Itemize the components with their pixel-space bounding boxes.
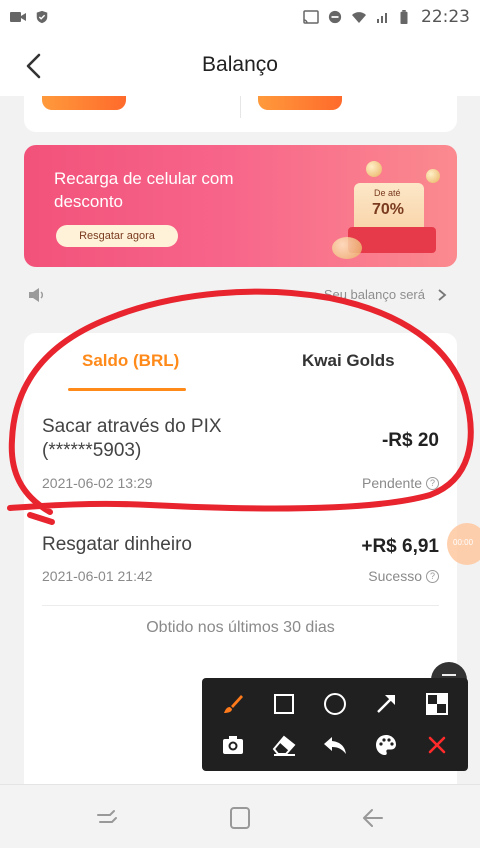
recent-apps-icon[interactable]: [94, 805, 120, 831]
help-icon[interactable]: ?: [426, 476, 439, 490]
transaction-status: Sucesso ?: [368, 568, 439, 584]
clock: 22:23: [421, 7, 470, 27]
redeem-now-button[interactable]: Resgatar agora: [56, 225, 178, 247]
withdraw-pill-partial[interactable]: [42, 96, 126, 110]
tab-saldo-brl[interactable]: Saldo (BRL): [82, 351, 179, 371]
transaction-date: 2021-06-01 21:42: [42, 568, 153, 584]
undo-icon[interactable]: [318, 728, 352, 762]
back-arrow-icon[interactable]: [22, 52, 46, 80]
promo-title: Recarga de celular com desconto: [54, 169, 234, 211]
arrow-icon[interactable]: [369, 687, 403, 721]
gift-box-illustration: De até 70%: [332, 161, 442, 259]
mosaic-icon[interactable]: [420, 687, 454, 721]
eraser-icon[interactable]: [267, 728, 301, 762]
shield-check-icon: [36, 10, 48, 24]
discount-prefix: De até: [374, 188, 401, 198]
drawing-toolbar: [202, 678, 468, 771]
brush-icon[interactable]: [216, 687, 250, 721]
transaction-amount: -R$ 20: [381, 430, 439, 451]
transaction-title: Resgatar dinheiro: [42, 534, 192, 555]
divider: [240, 96, 241, 118]
tab-kwai-golds[interactable]: Kwai Golds: [302, 351, 395, 371]
top-card-partial: [24, 96, 457, 132]
transaction-status: Pendente ?: [362, 475, 439, 491]
cast-icon: [303, 10, 319, 24]
transaction-amount: +R$ 6,91: [361, 536, 439, 557]
palette-icon[interactable]: [369, 728, 403, 762]
transaction-date: 2021-06-02 13:29: [42, 475, 153, 491]
active-tab-indicator: [68, 388, 186, 391]
home-icon[interactable]: [227, 805, 253, 831]
video-camera-icon: [10, 12, 26, 22]
period-note: Obtido nos últimos 30 dias: [146, 619, 335, 636]
divider: [42, 605, 439, 606]
system-nav-bar: [0, 784, 480, 848]
circle-icon[interactable]: [318, 687, 352, 721]
promo-banner[interactable]: Recarga de celular com desconto Resgatar…: [24, 145, 457, 267]
notice-text: Seu balanço será: [323, 287, 425, 302]
page-title: Balanço: [202, 53, 278, 76]
notice-row[interactable]: Seu balanço será: [24, 282, 457, 308]
discount-value: 70%: [372, 201, 405, 218]
floating-recorder-bubble[interactable]: 00:00: [447, 523, 480, 565]
close-icon[interactable]: [420, 728, 454, 762]
signal-icon: [377, 13, 387, 23]
header: Balanço: [0, 34, 480, 96]
square-icon[interactable]: [267, 687, 301, 721]
transaction-status-label: Sucesso: [368, 568, 422, 584]
do-not-disturb-icon: [328, 10, 342, 24]
speaker-icon: [29, 288, 43, 302]
wifi-icon: [352, 12, 366, 23]
back-icon[interactable]: [360, 805, 386, 831]
transaction-title: Sacar através do PIX (******5903): [42, 416, 222, 461]
transaction-status-label: Pendente: [362, 475, 422, 491]
recorder-timer: 00:00: [453, 538, 474, 547]
help-icon[interactable]: ?: [426, 569, 439, 583]
battery-icon: [400, 10, 408, 24]
redeem-pill-partial[interactable]: [258, 96, 342, 110]
status-bar: 22:23: [0, 0, 480, 34]
chevron-right-icon: [438, 289, 447, 301]
camera-icon[interactable]: [216, 728, 250, 762]
